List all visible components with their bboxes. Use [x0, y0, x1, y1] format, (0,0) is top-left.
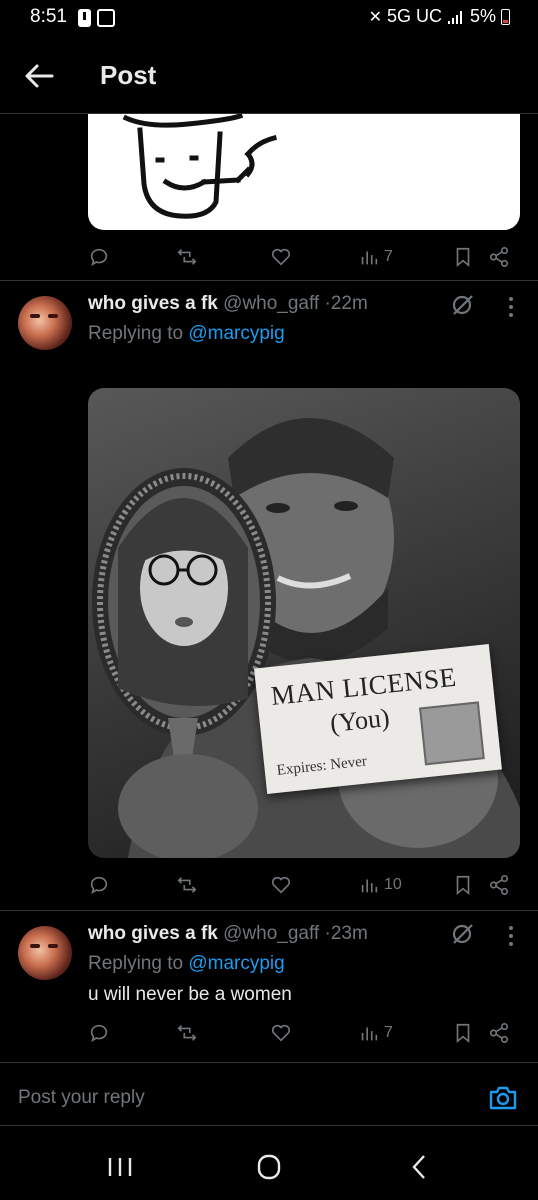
views-icon — [361, 879, 378, 893]
grok-icon[interactable] — [450, 921, 476, 947]
like-button[interactable] — [270, 1018, 292, 1048]
divider — [0, 280, 538, 281]
replying-to: Replying to @marcypig — [88, 323, 285, 345]
views-button[interactable]: 7 — [358, 242, 393, 272]
gallery-icon — [97, 9, 115, 27]
repost-icon — [177, 877, 197, 893]
mute-icon: ✕ — [368, 8, 382, 26]
display-name[interactable]: who gives a fk — [88, 923, 218, 944]
like-button[interactable] — [270, 242, 292, 272]
system-nav-bar — [0, 1128, 538, 1200]
repost-button[interactable] — [176, 870, 198, 900]
status-time: 8:51 — [30, 6, 67, 27]
tweet-image[interactable]: MAN LICENSE (You) Expires: Never — [88, 388, 520, 858]
page-title: Post — [100, 60, 157, 90]
bookmark-button[interactable] — [452, 1018, 474, 1048]
views-icon — [361, 1027, 378, 1041]
grok-icon[interactable] — [450, 292, 476, 318]
network-label: 5G UC — [386, 6, 442, 26]
user-handle[interactable]: @who_gaff — [223, 293, 319, 314]
share-button[interactable] — [488, 242, 510, 272]
previous-post-actions: 7 — [88, 242, 520, 272]
tweet-header: who gives a fk @who_gaff ·23m — [88, 923, 368, 945]
reply-icon — [90, 248, 108, 267]
license-expires: Expires: Never — [276, 753, 368, 779]
tweet-text: u will never be a women — [88, 984, 292, 1005]
share-icon — [489, 247, 509, 267]
alert-icon — [78, 9, 91, 27]
share-icon — [489, 1023, 509, 1043]
views-count: 10 — [384, 876, 402, 893]
tweet-actions: 7 — [88, 1018, 520, 1048]
reply-button[interactable] — [88, 1018, 110, 1048]
replying-prefix: Replying to — [88, 323, 184, 344]
status-bar: 8:51 ✕ 5G UC 5% — [0, 0, 538, 38]
replying-prefix: Replying to — [88, 953, 184, 974]
more-options-icon[interactable] — [508, 925, 514, 947]
license-photo — [419, 701, 485, 766]
status-right: ✕ 5G UC 5% — [369, 6, 510, 27]
share-button[interactable] — [488, 870, 510, 900]
battery-icon — [501, 8, 510, 25]
share-button[interactable] — [488, 1018, 510, 1048]
reply-icon — [90, 1024, 108, 1043]
bookmark-button[interactable] — [452, 870, 474, 900]
license-card: MAN LICENSE (You) Expires: Never — [254, 644, 502, 794]
tweet-actions: 10 — [88, 870, 520, 900]
battery-percent: 5% — [469, 6, 496, 26]
reply-button[interactable] — [88, 242, 110, 272]
reply-button[interactable] — [88, 870, 110, 900]
heart-icon — [271, 248, 291, 266]
previous-post-image[interactable] — [88, 114, 520, 230]
tweet-header: who gives a fk @who_gaff ·22m — [88, 293, 368, 315]
mention-link[interactable]: @marcypig — [188, 953, 284, 974]
views-button[interactable]: 10 — [358, 870, 402, 900]
heart-icon — [271, 876, 291, 894]
bookmark-button[interactable] — [452, 242, 474, 272]
user-handle[interactable]: @who_gaff — [223, 923, 319, 944]
like-button[interactable] — [270, 870, 292, 900]
bookmark-icon — [456, 247, 470, 268]
replying-to: Replying to @marcypig — [88, 953, 285, 975]
share-icon — [489, 875, 509, 895]
home-icon[interactable] — [249, 1150, 289, 1184]
signal-icon — [447, 10, 462, 24]
views-icon — [361, 251, 378, 265]
more-options-icon[interactable] — [508, 296, 514, 318]
reply-icon — [90, 876, 108, 895]
reply-input[interactable]: Post your reply — [18, 1087, 145, 1109]
avatar[interactable] — [18, 926, 72, 980]
display-name[interactable]: who gives a fk — [88, 293, 218, 314]
divider — [0, 910, 538, 911]
views-count: 7 — [384, 248, 393, 265]
repost-button[interactable] — [176, 242, 198, 272]
cartoon-drawing — [122, 114, 278, 219]
repost-icon — [177, 249, 197, 265]
bookmark-icon — [456, 1023, 470, 1044]
views-button[interactable]: 7 — [358, 1018, 393, 1048]
reply-composer: Post your reply — [0, 1062, 538, 1126]
camera-icon[interactable] — [488, 1083, 518, 1113]
views-count: 7 — [384, 1024, 393, 1041]
license-subtitle: (You) — [328, 702, 391, 738]
recent-apps-icon[interactable] — [100, 1150, 140, 1184]
system-back-icon[interactable] — [400, 1150, 440, 1184]
mention-link[interactable]: @marcypig — [188, 323, 284, 344]
notification-icons — [78, 9, 115, 27]
tweet-time: 23m — [330, 923, 368, 944]
avatar[interactable] — [18, 296, 72, 350]
repost-icon — [177, 1025, 197, 1041]
back-arrow-icon[interactable] — [22, 60, 56, 92]
tweet-time: 22m — [330, 293, 368, 314]
heart-icon — [271, 1024, 291, 1042]
bookmark-icon — [456, 875, 470, 896]
app-header: Post — [0, 38, 538, 114]
repost-button[interactable] — [176, 1018, 198, 1048]
